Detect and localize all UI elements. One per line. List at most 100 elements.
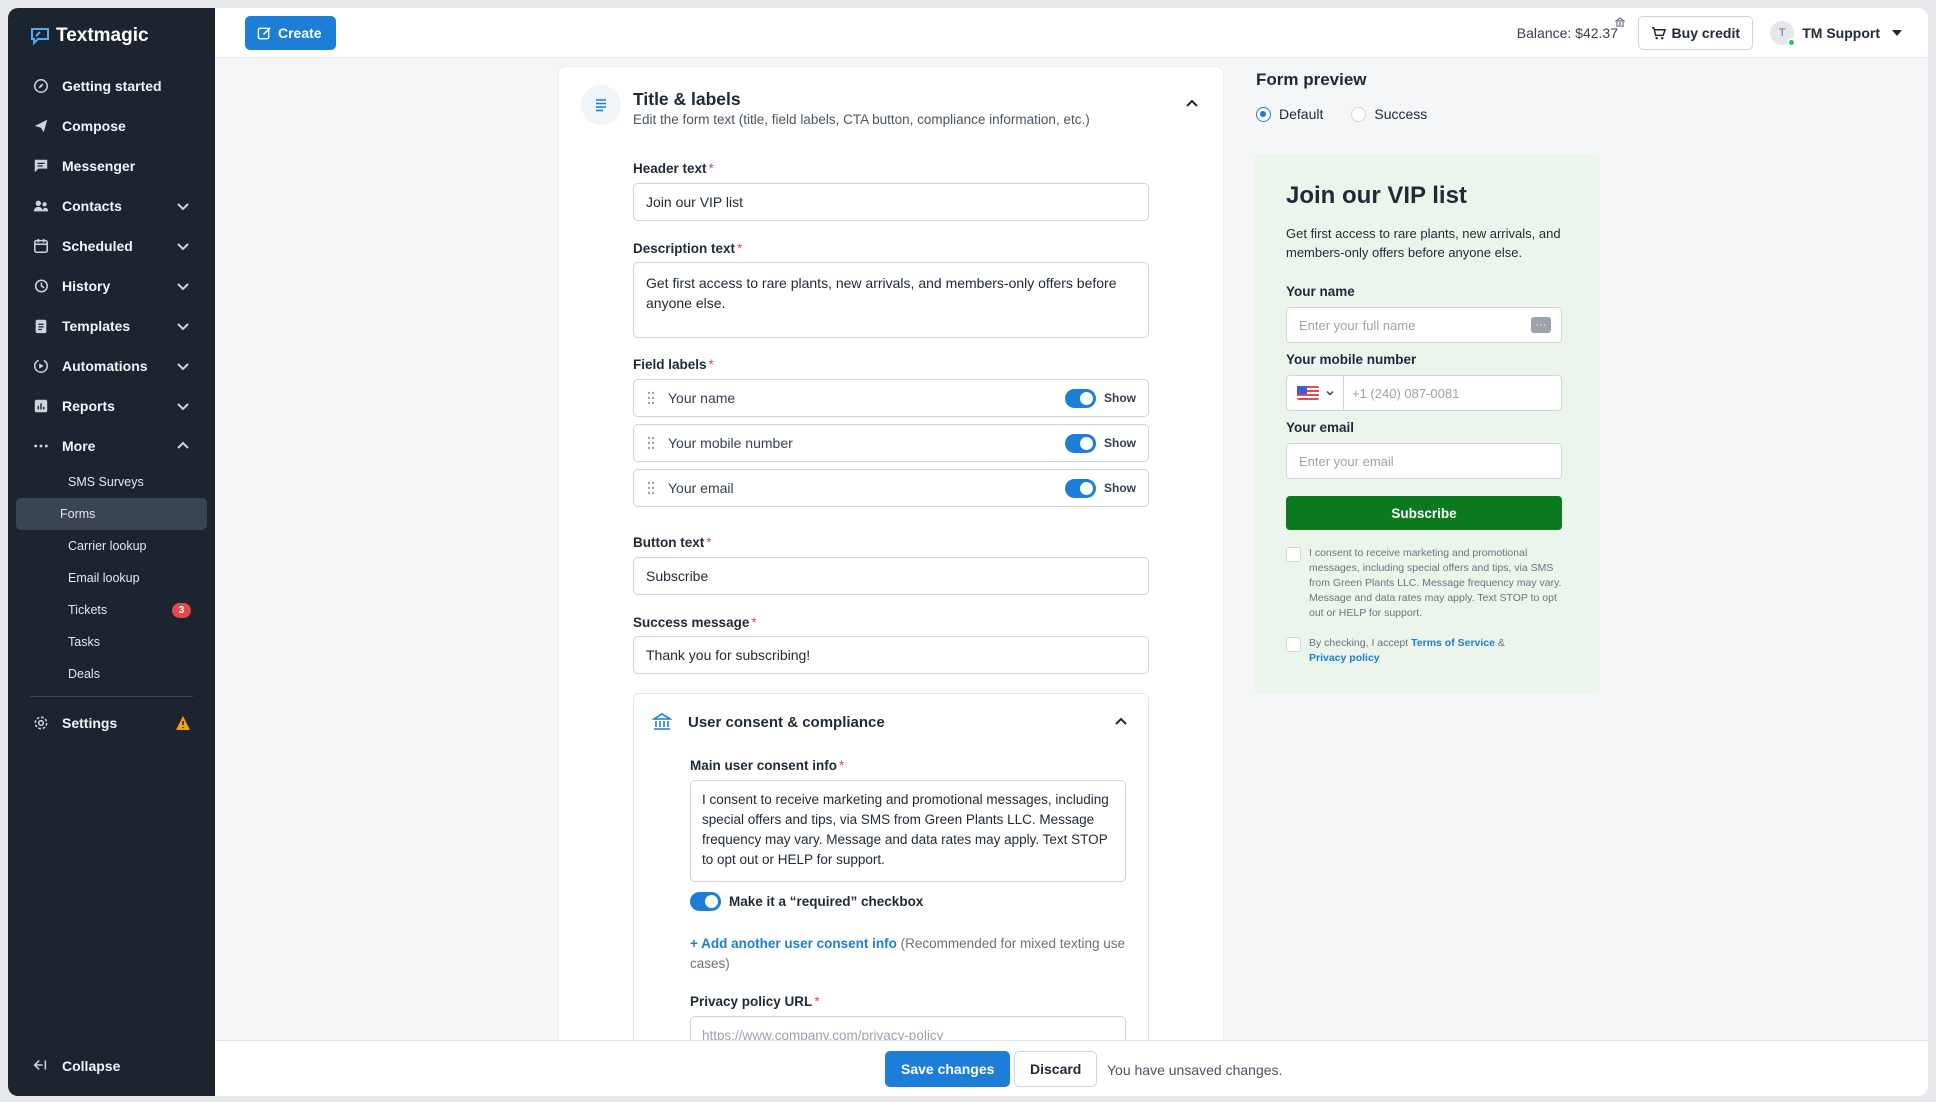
form-editor-panel: Title & labels Edit the form text (title… (558, 66, 1224, 1046)
radio-default[interactable]: Default (1256, 106, 1323, 122)
radio-indicator (1351, 106, 1367, 122)
drag-handle-icon[interactable] (646, 481, 656, 495)
add-consent-link[interactable]: + Add another user consent info (690, 936, 897, 951)
drag-handle-icon[interactable] (646, 391, 656, 405)
sidebar-subitem-label: Tasks (68, 635, 100, 649)
us-flag-icon[interactable] (1297, 386, 1319, 400)
sidebar-item-history[interactable]: History (8, 266, 215, 306)
preview-email-label: Your email (1286, 420, 1355, 435)
textmagic-logo-icon (31, 28, 49, 46)
sidebar-subitem-email-lookup[interactable]: Email lookup (16, 562, 207, 594)
sidebar-item-label: Automations (62, 358, 148, 374)
top-bar: Create Balance: $42.37 Buy credit T TM S… (215, 8, 1928, 58)
field-label-text[interactable]: Your mobile number (668, 435, 1065, 451)
sidebar-item-more[interactable]: More (8, 426, 215, 466)
field-label-text[interactable]: Your name (668, 390, 1065, 406)
radio-success[interactable]: Success (1351, 106, 1427, 122)
preview-consent-text: I consent to receive marketing and promo… (1309, 547, 1562, 619)
chevron-up-icon (177, 441, 189, 449)
success-message-input[interactable]: Thank you for subscribing! (633, 636, 1149, 674)
preview-name-input[interactable]: Enter your full name ··· (1286, 307, 1562, 343)
radio-label: Success (1374, 106, 1428, 122)
user-name: TM Support (1802, 25, 1880, 41)
field-label-row[interactable]: Your name Show (633, 379, 1149, 417)
required-toggle[interactable] (690, 892, 721, 911)
sidebar-subitem-carrier-lookup[interactable]: Carrier lookup (16, 530, 207, 562)
terms-checkbox[interactable] (1286, 637, 1301, 652)
main-consent-textarea[interactable]: I consent to receive marketing and promo… (690, 780, 1126, 882)
show-toggle[interactable] (1065, 478, 1096, 498)
sidebar-item-scheduled[interactable]: Scheduled (8, 226, 215, 266)
save-changes-button[interactable]: Save changes (885, 1051, 1011, 1087)
radio-indicator (1256, 106, 1271, 122)
sidebar-item-automations[interactable]: Automations (8, 346, 215, 386)
header-text-input[interactable]: Join our VIP list (633, 183, 1149, 221)
preview-email-input[interactable]: Enter your email (1286, 443, 1562, 479)
bank-icon (1615, 17, 1625, 27)
add-consent-row: + Add another user consent info (Recomme… (690, 934, 1126, 974)
sidebar-subitem-label: Tickets (68, 603, 108, 617)
preview-subscribe-button[interactable]: Subscribe (1286, 496, 1562, 530)
sidebar-subitem-label: Deals (68, 667, 100, 681)
field-label-row[interactable]: Your mobile number Show (633, 424, 1149, 462)
label-text: Field labels (633, 357, 707, 372)
show-toggle[interactable] (1065, 433, 1096, 453)
terms-of-service-link[interactable]: Terms of Service (1411, 637, 1495, 649)
label-text: Button text (633, 535, 705, 550)
collapse-arrow-icon (32, 1057, 50, 1075)
create-button[interactable]: Create (245, 16, 336, 50)
sidebar-subitem-deals[interactable]: Deals (16, 658, 207, 690)
chevron-down-icon (177, 283, 189, 291)
chevron-down-icon[interactable] (1325, 388, 1335, 398)
chevron-up-icon[interactable] (1183, 95, 1201, 113)
create-label: Create (278, 25, 322, 41)
header-text-label: Header text * (633, 161, 714, 176)
logo[interactable]: Textmagic (30, 24, 149, 48)
buy-credit-button[interactable]: Buy credit (1637, 16, 1753, 50)
cart-icon (1651, 26, 1666, 39)
sidebar-item-messenger[interactable]: Messenger (8, 146, 215, 186)
button-text-input[interactable]: Subscribe (633, 557, 1149, 595)
sidebar-subitem-label: SMS Surveys (68, 475, 144, 489)
section-description: Edit the form text (title, field labels,… (633, 112, 1090, 127)
user-menu[interactable]: T TM Support (1770, 21, 1902, 47)
show-label: Show (1104, 481, 1136, 495)
required-toggle-label: Make it a “required” checkbox (729, 894, 924, 909)
clipboard-icon (32, 317, 50, 335)
required-checkbox-toggle-row[interactable]: Make it a “required” checkbox (690, 892, 923, 911)
sidebar-subitem-sms-surveys[interactable]: SMS Surveys (16, 466, 207, 498)
consent-compliance-section: User consent & compliance Main user cons… (633, 693, 1149, 1045)
sidebar-item-label: Scheduled (62, 238, 133, 254)
show-label: Show (1104, 391, 1136, 405)
collapse-button[interactable]: Collapse (8, 1046, 215, 1086)
discard-button[interactable]: Discard (1014, 1051, 1098, 1087)
show-toggle[interactable] (1065, 388, 1096, 408)
drag-handle-icon[interactable] (646, 436, 656, 450)
sidebar-item-getting-started[interactable]: Getting started (8, 66, 215, 106)
field-label-text[interactable]: Your email (668, 480, 1065, 496)
preview-terms-text: By checking, I accept Terms of Service &… (1309, 636, 1505, 666)
description-textarea[interactable]: Get first access to rare plants, new arr… (633, 262, 1149, 338)
text-lines-icon (581, 85, 621, 125)
sidebar-subitem-tasks[interactable]: Tasks (16, 626, 207, 658)
sidebar-item-compose[interactable]: Compose (8, 106, 215, 146)
chevron-up-icon[interactable] (1112, 713, 1130, 731)
chat-icon (32, 157, 50, 175)
consent-checkbox[interactable] (1286, 547, 1301, 562)
sidebar-item-contacts[interactable]: Contacts (8, 186, 215, 226)
form-preview-title: Form preview (1256, 70, 1367, 89)
consent-section-header[interactable]: User consent & compliance (652, 712, 1130, 736)
privacy-policy-link[interactable]: Privacy policy (1309, 652, 1380, 664)
tickets-count-badge: 3 (172, 603, 191, 618)
field-label-row[interactable]: Your email Show (633, 469, 1149, 507)
chevron-down-icon (177, 323, 189, 331)
preview-consent-checkbox-row: I consent to receive marketing and promo… (1286, 546, 1566, 621)
sidebar-item-settings[interactable]: Settings (8, 703, 215, 743)
sidebar-subitem-forms[interactable]: Forms (16, 498, 207, 530)
sidebar-subitem-tickets[interactable]: Tickets 3 (16, 594, 207, 626)
preview-mode-radios: Default Success (1256, 106, 1427, 122)
preview-mobile-input[interactable]: +1 (240) 087-0081 (1286, 375, 1562, 411)
sidebar-item-templates[interactable]: Templates (8, 306, 215, 346)
sidebar-item-reports[interactable]: Reports (8, 386, 215, 426)
title-labels-section-header[interactable]: Title & labels Edit the form text (title… (581, 85, 1203, 135)
